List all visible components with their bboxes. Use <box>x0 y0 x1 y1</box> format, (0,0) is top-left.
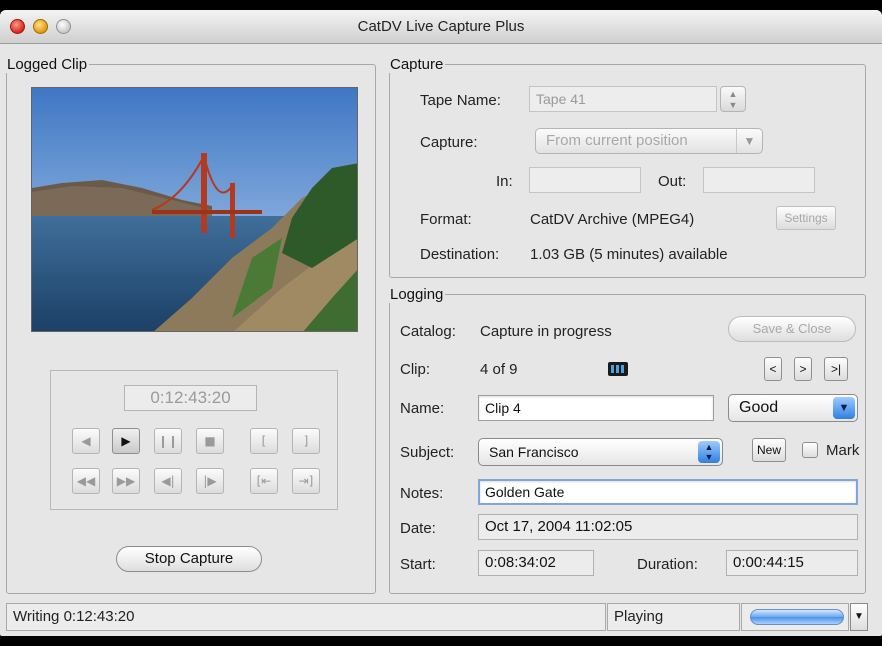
frame-back-button[interactable]: ◀| <box>154 468 182 494</box>
last-clip-button[interactable]: >| <box>824 357 848 381</box>
playback-status: Playing <box>607 603 740 631</box>
fast-forward-button[interactable]: ▶▶ <box>112 468 140 494</box>
title-bar: CatDV Live Capture Plus <box>0 10 882 44</box>
status-bar: Writing 0:12:43:20 Playing ▼ <box>0 603 882 633</box>
mark-in-button[interactable]: [ <box>250 428 278 454</box>
golden-gate-image <box>32 88 357 331</box>
duration-field: 0:00:44:15 <box>726 550 858 576</box>
playhead-timecode: 0:12:43:20 <box>124 385 257 411</box>
logged-clip-title: Logged Clip <box>7 56 88 73</box>
in-field[interactable] <box>529 167 641 193</box>
capture-label: Capture: <box>420 134 478 151</box>
save-close-button[interactable]: Save & Close <box>728 316 856 342</box>
frame-forward-button[interactable]: |▶ <box>196 468 224 494</box>
out-label: Out: <box>658 173 687 190</box>
format-label: Format: <box>420 211 472 228</box>
dropdown-arrow-icon: ▼ <box>736 129 762 153</box>
subject-combo[interactable]: San Francisco ▲ ▼ <box>478 438 723 466</box>
notes-field[interactable]: Golden Gate <box>478 479 858 505</box>
stop-button[interactable]: ■ <box>196 428 224 454</box>
format-value: CatDV Archive (MPEG4) <box>530 211 695 228</box>
video-preview <box>31 87 358 332</box>
in-label: In: <box>496 173 513 190</box>
film-icon <box>608 362 628 376</box>
activity-progress-bar <box>750 609 844 625</box>
go-to-in-button[interactable]: [⇤ <box>250 468 278 494</box>
tape-name-field[interactable]: Tape 41 <box>529 86 717 112</box>
status-message: Writing 0:12:43:20 <box>6 603 606 631</box>
mark-checkbox[interactable] <box>802 442 818 458</box>
rating-select[interactable]: Good ▼ <box>728 394 858 422</box>
play-button[interactable]: ▶ <box>112 428 140 454</box>
name-label: Name: <box>400 400 445 417</box>
destination-label: Destination: <box>420 246 500 263</box>
notes-label: Notes: <box>400 485 444 502</box>
previous-clip-button[interactable]: < <box>764 357 782 381</box>
capture-title: Capture <box>390 56 444 73</box>
mark-out-button[interactable]: ] <box>292 428 320 454</box>
subject-value: San Francisco <box>489 444 579 460</box>
new-subject-button[interactable]: New <box>752 438 786 462</box>
subject-label: Subject: <box>400 444 455 461</box>
rating-value: Good <box>739 399 779 416</box>
dropdown-arrow-icon: ▼ <box>833 397 855 419</box>
next-clip-button[interactable]: > <box>794 357 812 381</box>
settings-button[interactable]: Settings <box>776 206 836 230</box>
duration-label: Duration: <box>637 556 698 573</box>
rewind-button[interactable]: ◀◀ <box>72 468 100 494</box>
clip-name-field[interactable]: Clip 4 <box>478 395 714 421</box>
tape-name-label: Tape Name: <box>420 92 501 109</box>
date-label: Date: <box>400 520 436 537</box>
destination-value: 1.03 GB (5 minutes) available <box>530 246 728 263</box>
logging-title: Logging <box>390 286 444 303</box>
main-window: CatDV Live Capture Plus Logged Clip 0:12… <box>0 10 882 636</box>
out-field[interactable] <box>703 167 815 193</box>
step-back-button[interactable]: ◀ <box>72 428 100 454</box>
date-field: Oct 17, 2004 11:02:05 <box>478 514 858 540</box>
stop-capture-button[interactable]: Stop Capture <box>116 546 262 572</box>
mark-label: Mark <box>826 442 860 459</box>
start-label: Start: <box>400 556 436 573</box>
catalog-value: Capture in progress <box>480 323 612 340</box>
stepper-icon[interactable]: ▲ ▼ <box>720 86 746 112</box>
clip-count: 4 of 9 <box>480 361 518 378</box>
stepper-icon: ▲ ▼ <box>698 441 720 463</box>
capture-mode-select[interactable]: From current position ▼ <box>535 128 763 154</box>
pause-button[interactable]: ❙❙ <box>154 428 182 454</box>
start-field: 0:08:34:02 <box>478 550 594 576</box>
go-to-out-button[interactable]: ⇥] <box>292 468 320 494</box>
clip-label: Clip: <box>400 361 431 378</box>
catalog-label: Catalog: <box>400 323 456 340</box>
capture-mode-value: From current position <box>546 132 688 149</box>
window-title: CatDV Live Capture Plus <box>357 18 525 35</box>
chevron-down-icon[interactable]: ▼ <box>850 603 868 631</box>
